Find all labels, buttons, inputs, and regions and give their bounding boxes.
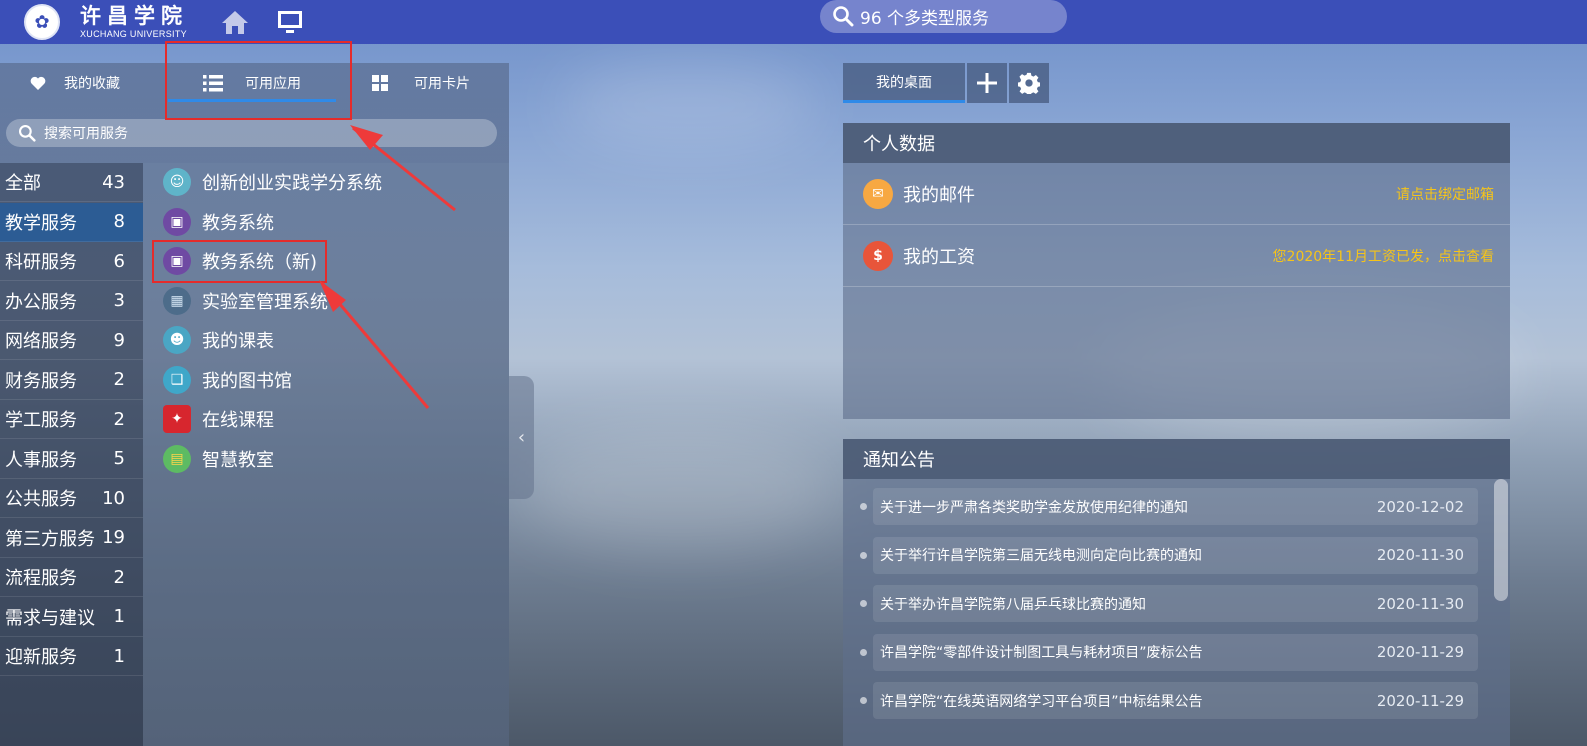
bullet-icon	[860, 648, 867, 656]
heart-icon	[30, 76, 46, 90]
notice-date: 2020-11-30	[1376, 594, 1464, 613]
category-public[interactable]: 公共服务 10	[0, 479, 143, 518]
background-cloud	[520, 430, 840, 550]
building-icon: ▦	[163, 286, 191, 315]
tab-favorites[interactable]: 我的收藏	[30, 63, 120, 103]
tab-available-cards[interactable]: 可用卡片	[372, 63, 470, 103]
university-logo[interactable]: ✿ 许昌学院 XUCHANG UNIVERSITY	[24, 0, 188, 44]
notice-card: 通知公告 关于进一步严肃各类奖助学金发放使用纪律的通知 2020-12-02 关…	[843, 439, 1510, 746]
app-item-smart-classroom[interactable]: ▤ 智慧教室	[163, 442, 274, 476]
desktop-settings-button[interactable]	[1009, 63, 1049, 103]
notice-date: 2020-11-30	[1376, 546, 1464, 564]
category-count: 1	[113, 645, 125, 667]
top-bar: ✿ 许昌学院 XUCHANG UNIVERSITY 96 个多类型服务	[0, 0, 1587, 44]
tab-available-cards-label: 可用卡片	[414, 76, 470, 92]
personal-data-card: 个人数据 ✉ 我的邮件 请点击绑定邮箱 $ 我的工资 您2020年11月工资已发…	[843, 123, 1510, 419]
logo-chinese-name: 许昌学院	[80, 3, 188, 28]
annotation-highlight-box	[165, 41, 352, 120]
category-research[interactable]: 科研服务 6	[0, 242, 143, 281]
plus-icon	[977, 73, 997, 93]
notice-item[interactable]: 许昌学院“在线英语网络学习平台项目”中标结果公告 2020-11-29	[860, 682, 1478, 719]
category-all[interactable]: 全部 43	[0, 163, 143, 202]
category-list: 全部 43 教学服务 8 科研服务 6 办公服务 3 网络服务 9 财务服务 2 学工服务 2…	[0, 163, 143, 746]
category-count: 9	[113, 329, 125, 351]
app-item-innovation-credit[interactable]: ☺ 创新创业实践学分系统	[163, 165, 382, 199]
search-icon	[18, 124, 36, 142]
service-search-placeholder: 搜索可用服务	[44, 126, 128, 142]
logo-seal-icon: ✿	[24, 4, 60, 40]
category-personnel[interactable]: 人事服务 5	[0, 440, 143, 479]
category-count: 6	[113, 250, 125, 272]
salary-link[interactable]: 您2020年11月工资已发，点击查看	[1273, 246, 1494, 266]
gear-icon	[1018, 72, 1040, 94]
notice-date: 2020-11-29	[1376, 643, 1464, 661]
category-finance[interactable]: 财务服务 2	[0, 361, 143, 400]
category-student-affairs[interactable]: 学工服务 2	[0, 400, 143, 439]
notice-item[interactable]: 关于举办许昌学院第八届乒乓球比赛的通知 2020-11-30	[860, 585, 1478, 622]
desktop-icon[interactable]	[270, 0, 310, 44]
category-count: 5	[113, 448, 125, 469]
book-icon: ❑	[163, 365, 191, 394]
notice-scrollbar[interactable]	[1494, 479, 1508, 601]
desktop-tabs: 我的桌面	[843, 63, 1049, 103]
bullet-icon	[860, 551, 867, 559]
chevron-left-icon: ‹	[517, 427, 526, 448]
category-count: 2	[113, 369, 125, 390]
bullet-icon	[860, 600, 867, 607]
category-count: 1	[113, 606, 125, 627]
notice-item[interactable]: 关于举行许昌学院第三届无线电测向定向比赛的通知 2020-11-30	[860, 536, 1478, 574]
app-item-academic-affairs[interactable]: ▣ 教务系统	[163, 205, 274, 239]
category-feedback[interactable]: 需求与建议 1	[0, 598, 143, 637]
category-count: 10	[102, 487, 125, 509]
app-item-my-schedule[interactable]: ☻ 我的课表	[163, 323, 274, 357]
category-third-party[interactable]: 第三方服务 19	[0, 519, 143, 558]
mail-icon: ✉	[863, 178, 893, 209]
tab-my-desktop[interactable]: 我的桌面	[843, 63, 965, 103]
category-freshmen[interactable]: 迎新服务 1	[0, 637, 143, 676]
category-count: 43	[102, 171, 125, 193]
category-workflow[interactable]: 流程服务 2	[0, 558, 143, 597]
bind-mail-link[interactable]: 请点击绑定邮箱	[1396, 184, 1494, 204]
teacher-icon: ☻	[163, 326, 191, 354]
notice-item[interactable]: 关于进一步严肃各类奖助学金发放使用纪律的通知 2020-12-02	[860, 488, 1478, 525]
global-service-search[interactable]: 96 个多类型服务	[820, 0, 1067, 33]
category-count: 3	[113, 290, 125, 311]
course-icon: ✦	[163, 405, 191, 433]
category-count: 2	[113, 408, 125, 430]
bullet-icon	[860, 503, 867, 510]
category-count: 19	[102, 527, 125, 548]
classroom-icon: ▤	[163, 444, 191, 473]
home-icon[interactable]	[215, 0, 255, 44]
bullet-icon	[860, 697, 867, 704]
tab-favorites-label: 我的收藏	[64, 76, 120, 92]
category-count: 8	[113, 211, 125, 232]
notice-item[interactable]: 许昌学院“零部件设计制图工具与耗材项目”废标公告 2020-11-29	[860, 633, 1478, 671]
personal-row-mail[interactable]: ✉ 我的邮件 请点击绑定邮箱	[843, 163, 1510, 225]
app-item-online-course[interactable]: ✦ 在线课程	[163, 402, 274, 436]
logo-english-name: XUCHANG UNIVERSITY	[80, 29, 187, 39]
category-network[interactable]: 网络服务 9	[0, 321, 143, 360]
category-teaching[interactable]: 教学服务 8	[0, 202, 143, 242]
category-office[interactable]: 办公服务 3	[0, 282, 143, 321]
search-icon	[833, 6, 854, 27]
category-count: 2	[113, 566, 125, 588]
notice-date: 2020-12-02	[1376, 497, 1464, 516]
app-item-my-library[interactable]: ❑ 我的图书馆	[163, 363, 292, 397]
background-cloud	[560, 60, 820, 150]
person-icon: ☺	[163, 168, 191, 196]
notice-date: 2020-11-29	[1376, 691, 1464, 710]
service-search-input[interactable]: 搜索可用服务	[6, 119, 497, 147]
card-title: 个人数据	[843, 123, 1510, 163]
service-panel: 我的收藏 可用应用 可用卡片 搜索可用服务 全部 43 教学服务 8 科研服务 6 办…	[0, 63, 509, 746]
collapse-panel-handle[interactable]: ‹	[509, 376, 534, 499]
annotation-highlight-box	[152, 240, 327, 283]
add-desktop-button[interactable]	[967, 63, 1007, 103]
salary-icon: $	[863, 240, 893, 271]
card-title: 通知公告	[843, 439, 1510, 479]
personal-row-salary[interactable]: $ 我的工资 您2020年11月工资已发，点击查看	[843, 225, 1510, 287]
global-search-text: 96 个多类型服务	[860, 9, 990, 29]
grid-icon	[372, 75, 388, 91]
monitor-icon: ▣	[163, 207, 191, 236]
app-item-lab-management[interactable]: ▦ 实验室管理系统	[163, 284, 328, 318]
